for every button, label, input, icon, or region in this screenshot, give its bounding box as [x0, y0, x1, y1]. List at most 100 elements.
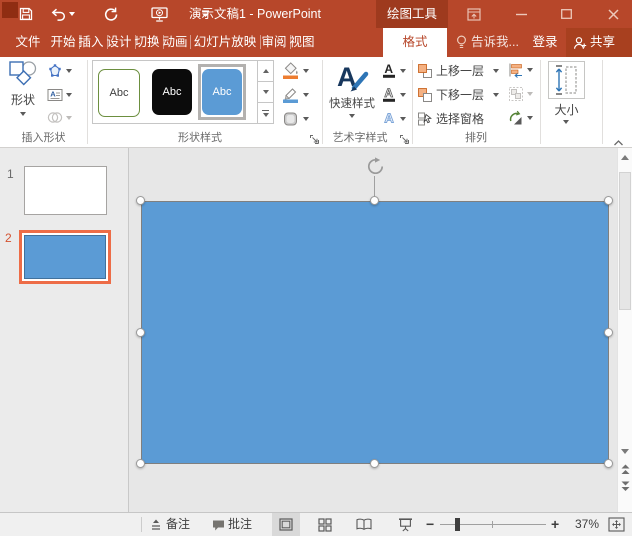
- resize-handle-top-right[interactable]: [604, 196, 613, 205]
- shape-effects-dropdown-arrow[interactable]: [303, 117, 309, 121]
- previous-slide-button[interactable]: [618, 462, 632, 477]
- maximize-button[interactable]: [549, 0, 583, 28]
- tab-format-active[interactable]: 格式: [383, 28, 447, 57]
- zoom-in-button[interactable]: +: [551, 513, 559, 536]
- resize-handle-top-middle[interactable]: [370, 196, 379, 205]
- edit-shape-button[interactable]: [47, 63, 72, 79]
- tab-insert[interactable]: 插入: [78, 28, 104, 57]
- text-outline-dropdown-arrow[interactable]: [400, 93, 406, 97]
- gallery-scroll-down-button[interactable]: [257, 81, 274, 103]
- tab-animations[interactable]: 动画: [162, 28, 188, 57]
- fit-slide-to-window-button[interactable]: [604, 513, 628, 536]
- align-dropdown-arrow[interactable]: [527, 68, 533, 72]
- view-reading-button[interactable]: [350, 513, 378, 536]
- tab-file[interactable]: 文件: [6, 28, 50, 57]
- undo-button[interactable]: [46, 0, 78, 28]
- shape-styles-dialog-launcher[interactable]: [309, 134, 320, 145]
- share-zone[interactable]: 共享: [566, 28, 632, 57]
- tab-view[interactable]: 视图: [289, 28, 315, 57]
- resize-handle-bottom-middle[interactable]: [370, 459, 379, 468]
- share-button[interactable]: 共享: [590, 28, 630, 57]
- edit-shape-dropdown-arrow[interactable]: [66, 69, 72, 73]
- minimize-button[interactable]: [504, 0, 538, 28]
- shape-outline-button[interactable]: [282, 86, 309, 104]
- zoom-slider-handle[interactable]: [455, 518, 460, 531]
- resize-handle-top-left[interactable]: [136, 196, 145, 205]
- bring-forward-button[interactable]: 上移一层: [417, 62, 499, 79]
- gallery-more-button[interactable]: [257, 102, 274, 124]
- resize-handle-middle-right[interactable]: [604, 328, 613, 337]
- selection-pane-button[interactable]: 选择窗格: [417, 110, 484, 127]
- shapes-icon: [8, 59, 38, 89]
- merge-shapes-icon: [47, 111, 63, 124]
- notes-icon: [150, 518, 162, 531]
- window-title: 演示文稿1 - PowerPoint: [160, 0, 350, 28]
- sign-in-link[interactable]: 登录: [528, 28, 562, 57]
- tab-transitions[interactable]: 切换: [134, 28, 160, 57]
- shape-style-tile-3[interactable]: Abc: [202, 69, 242, 115]
- ribbon-display-options-button[interactable]: [458, 0, 490, 28]
- view-slide-sorter-button[interactable]: [311, 513, 339, 536]
- undo-dropdown-arrow[interactable]: [69, 12, 75, 16]
- zoom-out-button[interactable]: −: [426, 513, 434, 536]
- close-icon: [608, 9, 619, 20]
- shape-style-tile-2[interactable]: Abc: [152, 69, 192, 115]
- size-dropdown-arrow[interactable]: [563, 120, 569, 124]
- rotate-dropdown-arrow[interactable]: [527, 116, 533, 120]
- rotate-objects-icon: [508, 110, 524, 126]
- send-backward-button[interactable]: 下移一层: [417, 86, 499, 103]
- redo-icon: [103, 7, 118, 22]
- rotate-handle[interactable]: [366, 157, 385, 176]
- shape-effects-button[interactable]: [282, 110, 309, 128]
- text-fill-dropdown-arrow[interactable]: [400, 69, 406, 73]
- notes-toggle-button[interactable]: 备注: [166, 513, 190, 536]
- zoom-level[interactable]: 37%: [569, 513, 599, 536]
- text-fill-button[interactable]: A: [381, 62, 406, 79]
- text-effects-button[interactable]: A: [381, 110, 406, 127]
- tell-me-box[interactable]: 告诉我...: [470, 28, 520, 57]
- resize-handle-bottom-left[interactable]: [136, 459, 145, 468]
- tab-slideshow[interactable]: 幻灯片放映: [193, 28, 257, 57]
- bring-forward-dropdown-arrow[interactable]: [493, 69, 499, 73]
- text-box-dropdown-arrow[interactable]: [66, 93, 72, 97]
- collapse-ribbon-button[interactable]: [612, 139, 625, 147]
- rotate-objects-button[interactable]: [508, 110, 533, 126]
- scroll-down-button[interactable]: [618, 444, 632, 459]
- svg-text:A: A: [384, 111, 394, 126]
- text-outline-button[interactable]: A: [381, 86, 406, 103]
- save-button[interactable]: [14, 0, 38, 28]
- slide-2-thumbnail-selected[interactable]: [19, 230, 111, 284]
- send-backward-dropdown-arrow[interactable]: [493, 93, 499, 97]
- align-button[interactable]: [508, 62, 533, 78]
- wordart-styles-dialog-launcher[interactable]: [399, 134, 410, 145]
- send-backward-label: 下移一层: [436, 86, 484, 103]
- scrollbar-thumb[interactable]: [619, 172, 631, 310]
- close-button[interactable]: [596, 0, 630, 28]
- view-normal-button[interactable]: [272, 513, 300, 536]
- gallery-scroll-up-button[interactable]: [257, 60, 274, 82]
- shape-style-tile-1[interactable]: Abc: [98, 69, 140, 117]
- tab-review[interactable]: 审阅: [261, 28, 287, 57]
- shape-fill-dropdown-arrow[interactable]: [303, 69, 309, 73]
- text-effects-dropdown-arrow[interactable]: [400, 117, 406, 121]
- next-slide-button[interactable]: [618, 479, 632, 494]
- tab-home[interactable]: 开始: [50, 28, 76, 57]
- contextual-tab-group-drawing-tools[interactable]: 绘图工具: [376, 0, 448, 28]
- tab-design[interactable]: 设计: [106, 28, 132, 57]
- quick-styles-button[interactable]: A 快速样式: [325, 59, 379, 133]
- selected-rectangle-shape[interactable]: [141, 201, 609, 464]
- resize-handle-middle-left[interactable]: [136, 328, 145, 337]
- shapes-gallery-button[interactable]: 形状: [4, 59, 42, 131]
- comments-toggle-button[interactable]: 批注: [228, 513, 252, 536]
- redo-button[interactable]: [98, 0, 122, 28]
- slide-1-thumbnail[interactable]: [24, 166, 107, 215]
- shape-fill-button[interactable]: [282, 62, 309, 80]
- view-slideshow-button[interactable]: [391, 513, 419, 536]
- shape-outline-dropdown-arrow[interactable]: [303, 93, 309, 97]
- fit-to-window-icon: [608, 517, 625, 532]
- text-box-button[interactable]: A: [47, 87, 72, 103]
- shape-style-tile-3-selected[interactable]: Abc: [198, 64, 246, 120]
- scroll-up-button[interactable]: [618, 150, 632, 165]
- size-button[interactable]: [548, 61, 585, 99]
- resize-handle-bottom-right[interactable]: [604, 459, 613, 468]
